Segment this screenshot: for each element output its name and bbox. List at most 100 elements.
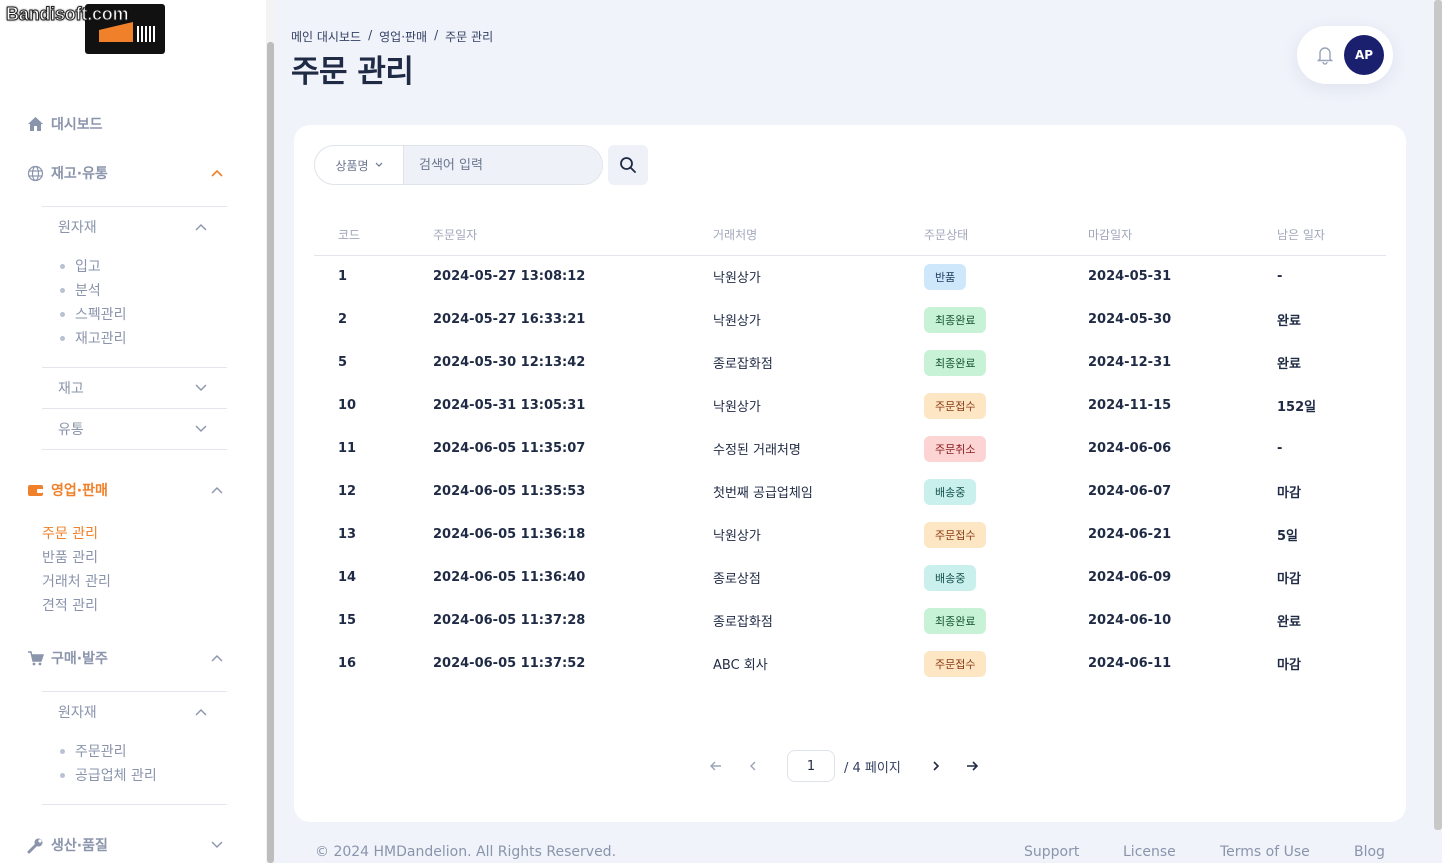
cell-status: 주문접수 xyxy=(900,384,1064,427)
footer-link-blog[interactable]: Blog xyxy=(1354,844,1385,860)
last-page-button[interactable] xyxy=(962,756,982,776)
breadcrumb-item[interactable]: 영업·판매 xyxy=(379,28,427,45)
chevron-down-icon[interactable] xyxy=(193,380,209,396)
footer-link-support[interactable]: Support xyxy=(1024,844,1079,860)
cell-status: 최종완료 xyxy=(900,599,1064,642)
orders-card: 상품명 코드 주문일자 거래처명 주문상태 마감일자 남은 일자 1 2024-0… xyxy=(294,125,1406,822)
divider xyxy=(42,691,227,692)
cell-client: 종로잡화점 xyxy=(713,357,773,372)
footer-link-terms[interactable]: Terms of Use xyxy=(1220,844,1310,860)
table-row[interactable]: 5 2024-05-30 12:13:42 종로잡화점 최종완료 2024-12-31 완… xyxy=(314,341,1386,384)
submenu-purchase-raw[interactable]: 원자재 xyxy=(58,702,97,722)
sidebar-item-purchase-orders[interactable]: 주문관리 xyxy=(60,741,127,761)
chevron-up-icon[interactable] xyxy=(193,704,209,720)
page-scrollbar[interactable] xyxy=(1434,0,1442,830)
cell-status: 배송중 xyxy=(900,556,1064,599)
sidebar-item-label: 생산·품질 xyxy=(51,838,108,854)
sidebar-item-sales[interactable]: 영업·판매 xyxy=(26,480,108,500)
column-header-client[interactable]: 거래처명 xyxy=(689,215,900,256)
cell-order-date: 2024-06-05 11:37:52 xyxy=(433,656,586,671)
column-header-order-date[interactable]: 주문일자 xyxy=(409,215,689,256)
sidebar-item-production[interactable]: 생산·품질 xyxy=(26,835,108,855)
table-row[interactable]: 10 2024-05-31 13:05:31 낙원상가 주문접수 2024-11-15 1… xyxy=(314,384,1386,427)
cell-status: 최종완료 xyxy=(900,298,1064,341)
cell-client: 첫번째 공급업체임 xyxy=(713,486,813,501)
cell-remaining: - xyxy=(1277,441,1283,456)
cell-order-date: 2024-06-05 11:35:53 xyxy=(433,484,586,499)
cell-order-date: 2024-05-30 12:13:42 xyxy=(433,355,586,370)
cell-status: 주문취소 xyxy=(900,427,1064,470)
chevron-up-icon[interactable] xyxy=(209,165,225,181)
pagination: / 4 페이지 xyxy=(706,750,1006,782)
search-button[interactable] xyxy=(608,145,648,185)
page-title: 주문 관리 xyxy=(291,54,414,90)
sidebar-scrollbar[interactable] xyxy=(266,0,275,863)
sidebar-item-client-management[interactable]: 거래처 관리 xyxy=(42,571,111,591)
sidebar-item-purchase[interactable]: 구매·발주 xyxy=(26,648,108,668)
sidebar-item-dashboard[interactable]: 대시보드 xyxy=(26,114,103,134)
search-input[interactable] xyxy=(404,146,602,184)
cell-client: 낙원상가 xyxy=(713,400,761,415)
sidebar-item-label: 영업·판매 xyxy=(51,483,108,499)
sidebar-item-return-management[interactable]: 반품 관리 xyxy=(42,547,98,567)
cell-order-date: 2024-06-05 11:36:40 xyxy=(433,570,586,585)
column-header-code[interactable]: 코드 xyxy=(314,215,409,256)
table-row[interactable]: 16 2024-06-05 11:37:52 ABC 회사 주문접수 2024-06-1… xyxy=(314,642,1386,685)
sidebar-item-label: 대시보드 xyxy=(51,117,103,133)
sidebar-scrollbar-thumb[interactable] xyxy=(267,42,274,863)
sidebar: Bandisoft.com 대시보드 재고·유통 원자재 입고 분석 스펙관리 … xyxy=(0,0,266,863)
sidebar-item-quote-management[interactable]: 견적 관리 xyxy=(42,595,98,615)
sidebar-item-spec[interactable]: 스펙관리 xyxy=(60,304,127,324)
table-row[interactable]: 13 2024-06-05 11:36:18 낙원상가 주문접수 2024-06-21 5… xyxy=(314,513,1386,556)
breadcrumb: 메인 대시보드 / 영업·판매 / 주문 관리 xyxy=(291,28,493,45)
cell-remaining: 완료 xyxy=(1277,357,1301,372)
footer-link-license[interactable]: License xyxy=(1123,844,1176,860)
first-page-button[interactable] xyxy=(706,756,726,776)
submenu-stock[interactable]: 재고 xyxy=(58,378,84,398)
sidebar-item-order-management[interactable]: 주문 관리 xyxy=(42,523,98,543)
status-badge: 주문접수 xyxy=(924,650,987,677)
page-number-input[interactable] xyxy=(787,750,835,782)
column-header-remaining[interactable]: 남은 일자 xyxy=(1253,215,1386,256)
cell-remaining: 마감 xyxy=(1277,486,1301,501)
table-row[interactable]: 1 2024-05-27 13:08:12 낙원상가 반품 2024-05-31 - xyxy=(314,255,1386,298)
table-row[interactable]: 11 2024-06-05 11:35:07 수정된 거래처명 주문취소 2024-06… xyxy=(314,427,1386,470)
chevron-up-icon[interactable] xyxy=(193,219,209,235)
column-header-status[interactable]: 주문상태 xyxy=(900,215,1064,256)
logo-shape xyxy=(99,22,133,42)
table-row[interactable]: 15 2024-06-05 11:37:28 종로잡화점 최종완료 2024-06-10… xyxy=(314,599,1386,642)
submenu-distribution[interactable]: 유통 xyxy=(58,419,84,439)
chevron-down-icon[interactable] xyxy=(209,837,225,853)
sidebar-item-inventory[interactable]: 재고·유통 xyxy=(26,163,108,183)
chevron-up-icon[interactable] xyxy=(209,482,225,498)
chevron-up-icon[interactable] xyxy=(209,650,225,666)
cell-order-date: 2024-05-27 13:08:12 xyxy=(433,269,586,285)
cell-remaining: 마감 xyxy=(1277,658,1301,673)
sidebar-item-supplier-management[interactable]: 공급업체 관리 xyxy=(60,765,157,785)
logo-bars xyxy=(137,26,155,42)
wallet-icon xyxy=(26,481,44,499)
sidebar-item-receiving[interactable]: 입고 xyxy=(60,256,101,276)
search-field-label: 상품명 xyxy=(335,158,369,173)
bell-icon[interactable] xyxy=(1316,45,1334,65)
cell-order-date: 2024-05-27 16:33:21 xyxy=(433,312,586,327)
submenu-raw-materials[interactable]: 원자재 xyxy=(58,217,97,237)
table-row[interactable]: 2 2024-05-27 16:33:21 낙원상가 최종완료 2024-05-30 완료 xyxy=(314,298,1386,341)
prev-page-button[interactable] xyxy=(742,756,762,776)
table-row[interactable]: 14 2024-06-05 11:36:40 종로상점 배송중 2024-06-09 마감 xyxy=(314,556,1386,599)
search-field-select[interactable]: 상품명 xyxy=(315,146,404,184)
cell-order-date: 2024-06-05 11:36:18 xyxy=(433,527,586,542)
column-header-due-date[interactable]: 마감일자 xyxy=(1064,215,1253,256)
sidebar-item-stock-management[interactable]: 재고관리 xyxy=(60,328,127,348)
next-page-button[interactable] xyxy=(926,756,946,776)
table-row[interactable]: 12 2024-06-05 11:35:53 첫번째 공급업체임 배송중 2024-06… xyxy=(314,470,1386,513)
breadcrumb-item[interactable]: 메인 대시보드 xyxy=(291,28,361,45)
sidebar-item-analysis[interactable]: 분석 xyxy=(60,280,101,300)
cell-order-date: 2024-06-05 11:35:07 xyxy=(433,441,586,456)
search-bar: 상품명 xyxy=(314,145,603,185)
avatar[interactable]: AP xyxy=(1344,35,1384,75)
footer-copyright: © 2024 HMDandelion. All Rights Reserved. xyxy=(315,844,617,860)
chevron-down-icon[interactable] xyxy=(193,421,209,437)
cell-status: 배송중 xyxy=(900,470,1064,513)
status-badge: 최종완료 xyxy=(924,349,987,376)
